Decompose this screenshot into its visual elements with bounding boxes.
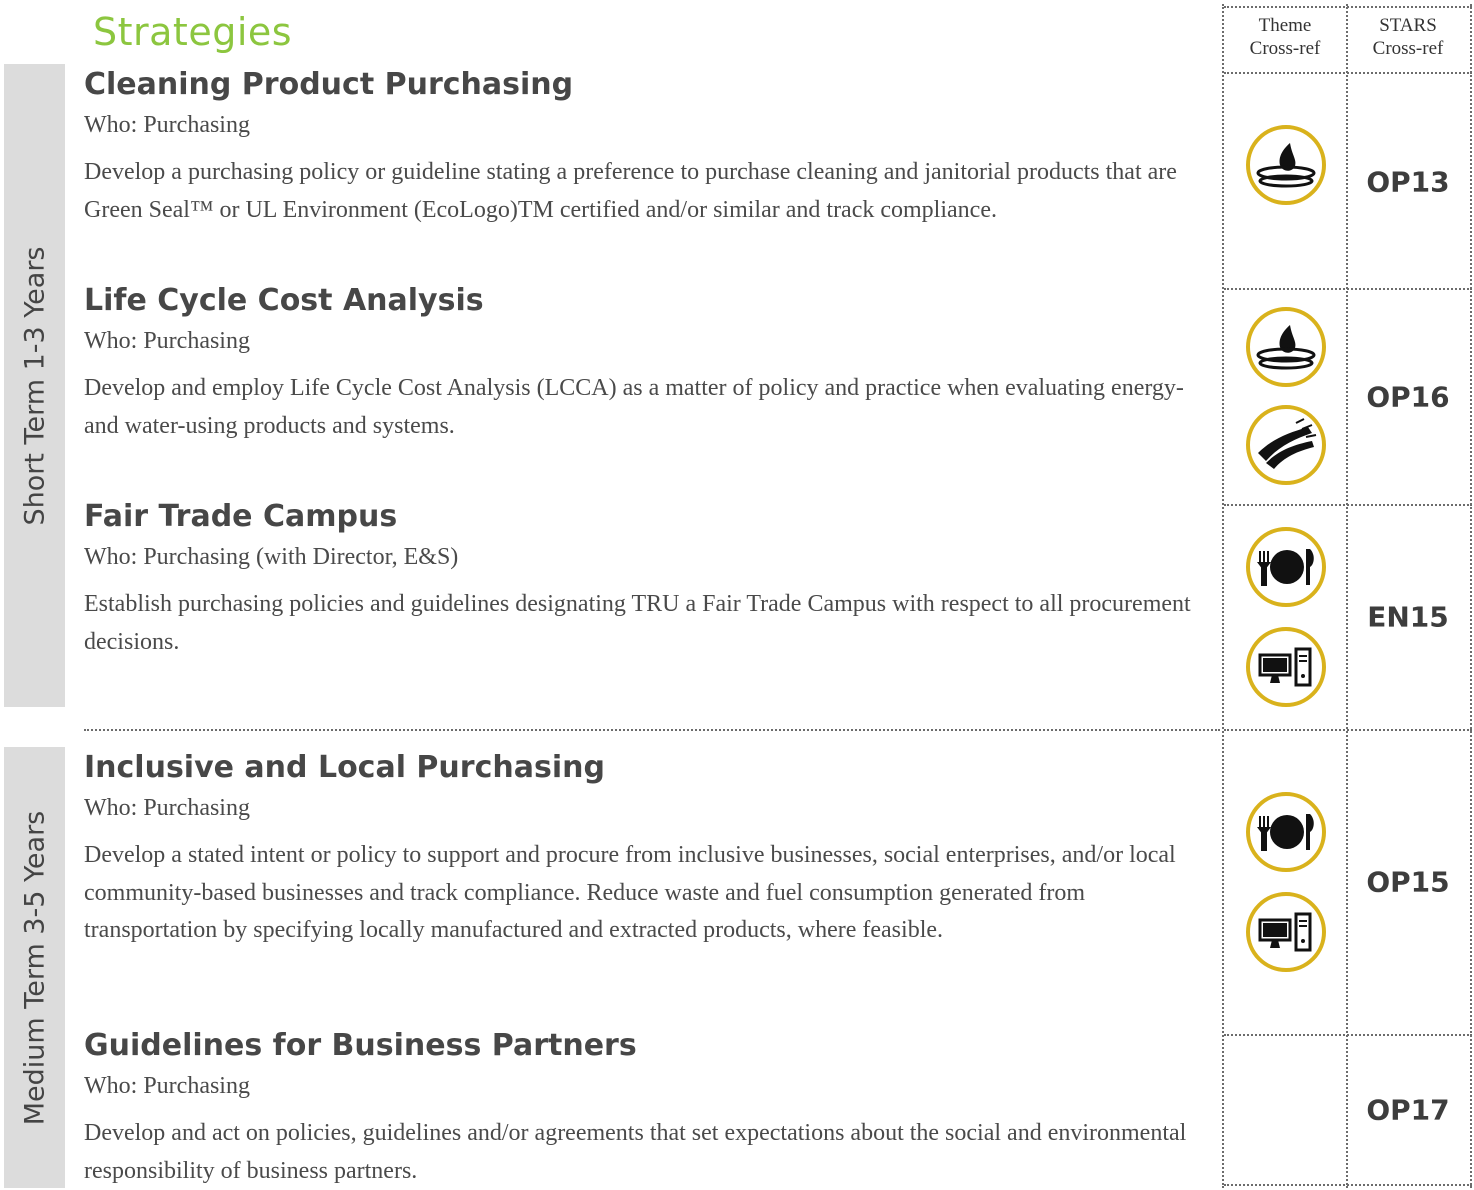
- strategy-description: Develop and act on policies, guidelines …: [84, 1120, 1187, 1184]
- food-plate-icon: [1246, 527, 1326, 607]
- computer-icon: [1246, 627, 1326, 707]
- strategy-life-cycle-cost-analysis: Life Cycle Cost Analysis Who: Purchasing…: [84, 282, 1216, 445]
- strategy-title: Life Cycle Cost Analysis: [84, 283, 484, 318]
- stars-crossref-header: STARS Cross-ref: [1348, 14, 1468, 60]
- energy-wind-icon: [1246, 405, 1326, 485]
- table-row-divider: [1224, 729, 1472, 731]
- strategy-who: Who: Purchasing: [84, 328, 250, 354]
- table-row-divider: [1224, 1034, 1472, 1036]
- section-label-medium-term: Medium Term 3-5 Years: [4, 747, 65, 1188]
- water-drop-icon: [1246, 307, 1326, 387]
- section-label-text: Short Term 1-3 Years: [19, 246, 50, 525]
- strategy-cleaning-product-purchasing: Cleaning Product Purchasing Who: Purchas…: [84, 66, 1216, 229]
- strategy-description: Develop a purchasing policy or guideline…: [84, 159, 1177, 223]
- strategy-title: Cleaning Product Purchasing: [84, 67, 574, 102]
- table-row-divider: [1224, 288, 1472, 290]
- strategy-inclusive-and-local-purchasing: Inclusive and Local Purchasing Who: Purc…: [84, 749, 1216, 950]
- computer-icon: [1246, 892, 1326, 972]
- strategy-fair-trade-campus: Fair Trade Campus Who: Purchasing (with …: [84, 498, 1216, 661]
- table-border-bottom: [1224, 1184, 1472, 1186]
- table-border-right: [1470, 4, 1472, 1188]
- stars-code: EN15: [1367, 600, 1449, 634]
- stars-code: OP13: [1366, 165, 1450, 199]
- table-border-left: [1222, 4, 1224, 1188]
- strategy-description: Develop and employ Life Cycle Cost Analy…: [84, 375, 1184, 439]
- water-drop-icon: [1246, 125, 1326, 205]
- theme-crossref-header: Theme Cross-ref: [1224, 14, 1346, 60]
- section-label-text: Medium Term 3-5 Years: [19, 810, 50, 1125]
- food-plate-icon: [1246, 792, 1326, 872]
- section-label-short-term: Short Term 1-3 Years: [4, 64, 65, 707]
- stars-code: OP16: [1366, 380, 1450, 414]
- strategy-guidelines-for-business-partners: Guidelines for Business Partners Who: Pu…: [84, 1027, 1216, 1190]
- strategy-who: Who: Purchasing: [84, 112, 250, 138]
- stars-code: OP15: [1366, 865, 1450, 899]
- page-title: Strategies: [93, 10, 293, 54]
- strategy-title: Guidelines for Business Partners: [84, 1028, 637, 1063]
- strategy-who: Who: Purchasing: [84, 1073, 250, 1099]
- stars-code: OP17: [1366, 1093, 1450, 1127]
- theme-crossref-label: Theme Cross-ref: [1249, 15, 1321, 59]
- strategy-who: Who: Purchasing: [84, 795, 250, 821]
- strategy-title: Fair Trade Campus: [84, 499, 398, 534]
- stars-crossref-label: STARS Cross-ref: [1372, 15, 1444, 59]
- strategy-title: Inclusive and Local Purchasing: [84, 750, 605, 785]
- table-row-divider: [1224, 72, 1472, 74]
- strategy-who: Who: Purchasing (with Director, E&S): [84, 544, 459, 570]
- strategy-description: Develop a stated intent or policy to sup…: [84, 842, 1176, 943]
- table-row-divider: [1224, 504, 1472, 506]
- section-divider: [84, 729, 1220, 731]
- strategy-description: Establish purchasing policies and guidel…: [84, 591, 1191, 655]
- table-border-top: [1224, 6, 1472, 8]
